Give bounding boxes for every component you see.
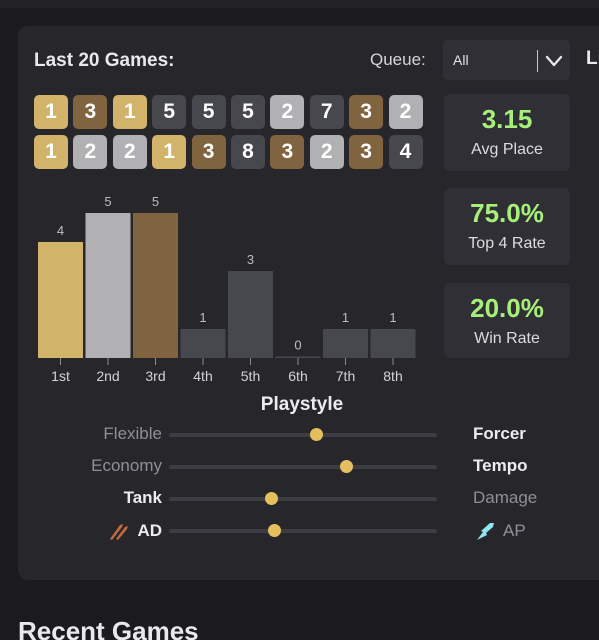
playstyle-right-label: AP [473,520,526,542]
queue-label: Queue: [370,50,426,69]
x-tick-label: 8th [383,368,402,384]
playstyle-slider-knob [267,524,281,537]
placement-badge: 3 [349,135,384,169]
playstyle-left-text: Economy [91,456,162,475]
x-tick-label: 2nd [96,368,119,384]
top4-rate-label: Top 4 Rate [468,235,546,252]
placement-badge: 7 [309,95,344,129]
bar-value-label: 0 [294,338,301,353]
bar-7th [323,329,368,358]
x-tick-label: 5th [241,368,260,384]
recent-games-heading: Recent Games [18,616,199,640]
placement-badge: 5 [152,95,187,129]
bar-3rd [133,213,178,358]
playstyle-right-text: Damage [473,488,538,507]
playstyle-row-tank-damage: Tank Damage [18,487,578,511]
top-strip [0,0,599,8]
win-rate-card: 20.0% Win Rate [444,283,570,358]
playstyle-row-economy-tempo: Economy Tempo [18,455,578,479]
avg-place-card: 3.15 Avg Place [444,94,570,171]
placement-badge: 5 [230,95,265,129]
bar-4th [180,329,226,358]
placement-badge: 2 [112,135,147,169]
x-tick-label: 3rd [145,368,165,384]
placement-badge: 5 [191,95,226,129]
bar-value-label: 5 [104,194,111,209]
x-tick-label: 6th [288,368,307,384]
playstyle-left-text: AD [137,521,162,540]
placement-grid: 13155527321221383234 [34,95,426,169]
win-rate-label: Win Rate [474,330,540,347]
queue-dropdown[interactable]: All [443,40,570,80]
playstyle-right-label: Tempo [473,456,527,476]
placement-badge: 2 [309,135,344,169]
playstyle-right-label: Forcer [473,424,526,444]
last-games-panel: Last 20 Games: Queue: All Li 13155527321… [18,26,599,580]
placement-badge: 3 [270,135,305,169]
playstyle-slider-knob [310,428,324,441]
placement-badge: 4 [388,135,423,169]
playstyle-row-ad-ap: AD AP [18,519,578,543]
placement-badge: 2 [73,135,108,169]
bar-value-label: 5 [152,194,159,209]
dropdown-separator [537,50,538,72]
playstyle-left-label: AD [107,520,162,542]
bar-value-label: 1 [342,310,349,325]
playstyle-slider-track [169,524,437,537]
bar-2nd [85,213,131,358]
playstyle-title: Playstyle [260,394,344,415]
bar-5th [228,271,273,358]
placement-badge: 3 [73,95,108,129]
playstyle-right-label: Damage [473,488,537,508]
placement-badge: 3 [349,95,384,129]
placement-badge: 2 [270,95,305,129]
playstyle-left-text: Flexible [103,424,162,443]
bar-value-label: 1 [199,310,206,325]
queue-selected-value: All [453,52,469,68]
playstyle-slider-track [169,428,437,441]
placement-badge: 1 [34,95,68,129]
top4-rate-value: 75.0% [470,198,544,228]
placement-badge: 1 [152,135,187,169]
playstyle-right-text: Forcer [473,424,526,443]
placement-badge: 8 [230,135,265,169]
playstyle-right-text: AP [503,521,526,540]
sword-icon [110,524,129,540]
bar-value-label: 3 [247,252,254,267]
bar-8th [370,329,416,358]
playstyle-left-text: Tank [123,488,162,507]
top4-rate-card: 75.0% Top 4 Rate [444,188,570,265]
playstyle-row-flexible-forcer: Flexible Forcer [18,423,578,447]
magic-icon [477,523,494,540]
win-rate-value: 20.0% [470,293,544,323]
placement-distribution-chart: 4 1st 5 2nd 5 3rd 1 4th 3 5th 0 6th 1 7th 1 8th [38,194,416,384]
x-tick-label: 1st [51,368,70,384]
avg-place-value: 3.15 [481,104,533,134]
placement-badge: 1 [112,95,147,129]
playstyle-right-text: Tempo [473,456,528,475]
playstyle-left-label: Economy [91,456,162,476]
bar-1st [38,242,83,358]
placement-badge: 3 [191,135,226,169]
playstyle-slider-knob [264,492,278,505]
cutoff-heading: Li [586,48,599,69]
x-tick-label: 4th [193,368,212,384]
playstyle-slider-knob [339,460,353,473]
bar-value-label: 1 [389,310,396,325]
playstyle-left-label: Tank [124,488,162,508]
bar-value-label: 4 [57,223,64,238]
panel-title: Last 20 Games: [34,50,175,71]
playstyle-slider-track [169,460,437,473]
playstyle-left-label: Flexible [103,424,162,444]
bar-6th [275,356,321,358]
avg-place-label: Avg Place [471,141,543,158]
x-tick-label: 7th [336,368,355,384]
playstyle-slider-track [169,492,437,505]
chevron-down-icon[interactable] [543,51,565,71]
placement-badge: 1 [34,135,68,169]
placement-badge: 2 [388,95,423,129]
